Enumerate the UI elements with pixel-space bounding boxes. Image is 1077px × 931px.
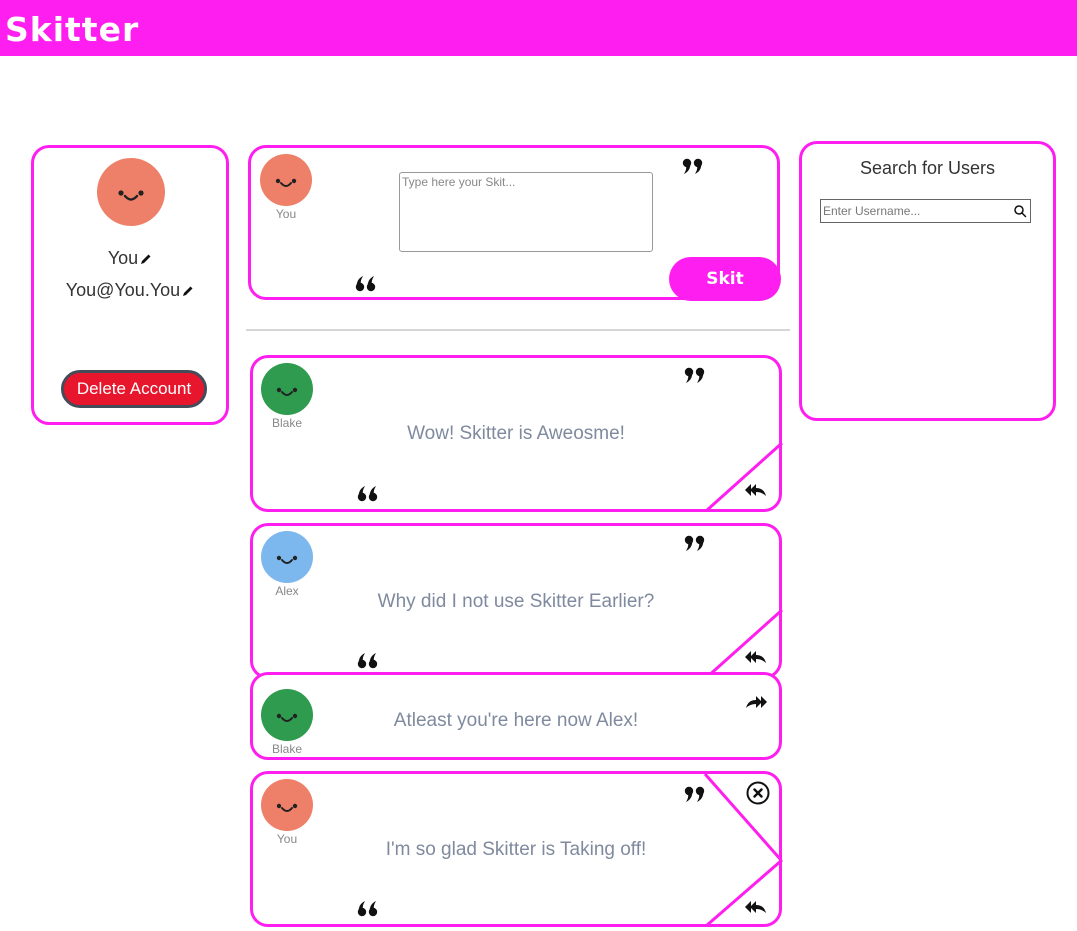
smiley-face-icon [276, 803, 298, 812]
close-quote-icon [684, 535, 705, 551]
reply-corner [704, 441, 784, 513]
pencil-icon[interactable] [140, 253, 152, 265]
smiley-face-icon [118, 190, 144, 201]
profile-name-row: You [34, 248, 226, 269]
profile-email-row: You@You.You [34, 280, 226, 301]
profile-avatar [97, 158, 165, 226]
composer-avatar [260, 154, 312, 206]
search-box [820, 199, 1031, 223]
reply-corner [704, 608, 784, 680]
profile-name: You [107, 248, 139, 268]
composer-author: You [275, 207, 297, 221]
skit-input[interactable] [399, 172, 653, 252]
reply-corner [705, 858, 783, 928]
search-icon[interactable] [1013, 204, 1027, 218]
post-text: Atleast you're here now Alex! [393, 710, 639, 731]
search-title: Search for Users [859, 158, 996, 178]
smiley-face-icon [276, 555, 298, 564]
skit-composer: You Skit [248, 145, 781, 301]
reply-icon[interactable] [744, 898, 768, 916]
delete-account-button[interactable]: Delete Account [61, 370, 207, 408]
profile-email: You@You.You [65, 280, 181, 300]
top-bar: Skitter [0, 0, 1077, 56]
post-text: I'm so glad Skitter is Taking off! [385, 839, 647, 860]
post-card: You I'm so glad Skitter is Taking off! [250, 771, 783, 928]
skit-button[interactable]: Skit [669, 257, 781, 301]
smiley-face-icon [276, 387, 298, 396]
post-card: Blake Wow! Skitter is Aweosme! [250, 355, 784, 513]
reply-icon[interactable] [744, 481, 768, 499]
profile-card: You You@You.You Delete Account [31, 145, 229, 425]
close-quote-icon [682, 158, 703, 174]
open-quote-icon [357, 653, 378, 669]
open-quote-icon [357, 901, 378, 917]
close-quote-icon [684, 786, 705, 802]
close-quote-icon [684, 367, 705, 383]
smiley-face-icon [275, 178, 297, 187]
feed-divider [246, 329, 790, 331]
reply-card: Blake Atleast you're here now Alex! [250, 672, 782, 760]
post-card: Alex Why did I not use Skitter Earlier? [250, 523, 784, 680]
search-input[interactable] [823, 202, 1008, 220]
post-text: Why did I not use Skitter Earlier? [377, 591, 655, 612]
post-text: Wow! Skitter is Aweosme! [407, 423, 625, 444]
pencil-icon[interactable] [182, 285, 194, 297]
open-quote-icon [357, 486, 378, 502]
post-avatar [261, 779, 313, 831]
forward-icon[interactable] [744, 693, 768, 711]
post-avatar [261, 363, 313, 415]
app-title[interactable]: Skitter [5, 13, 139, 46]
delete-icon[interactable] [746, 781, 770, 805]
post-avatar [261, 531, 313, 583]
user-search-card: Search for Users [799, 141, 1056, 421]
open-quote-icon [355, 276, 376, 292]
reply-icon[interactable] [744, 648, 768, 666]
post-author: Blake [271, 742, 303, 756]
